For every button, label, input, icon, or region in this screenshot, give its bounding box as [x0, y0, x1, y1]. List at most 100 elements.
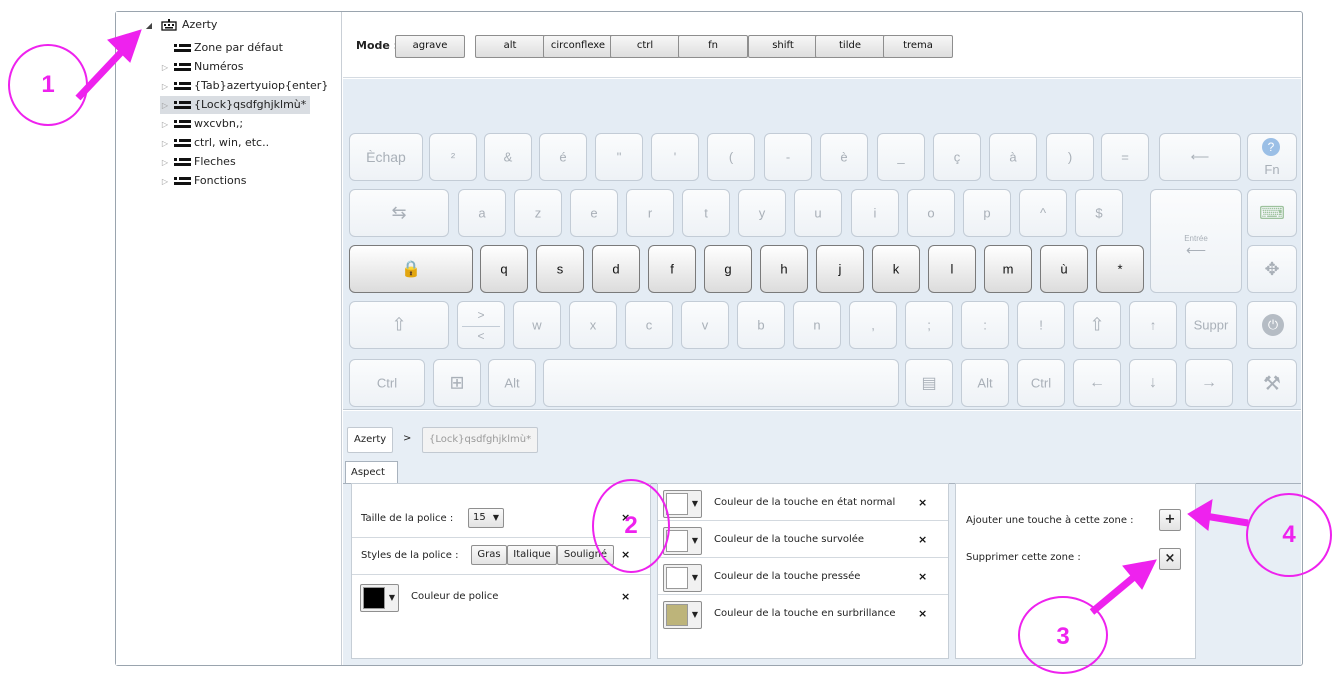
mode-button-trema[interactable]: trema: [883, 35, 953, 58]
breadcrumb-root[interactable]: Azerty: [347, 427, 394, 453]
expand-arrow-icon[interactable]: ▷: [160, 97, 170, 115]
reset-key-color-close-icon[interactable]: ×: [918, 533, 927, 546]
expand-arrow-icon[interactable]: ▷: [160, 154, 170, 172]
key[interactable]: f: [648, 245, 696, 293]
mode-button-tilde[interactable]: tilde: [815, 35, 885, 58]
key[interactable]: z: [514, 189, 562, 237]
key[interactable]: ": [595, 133, 643, 181]
key[interactable]: i: [851, 189, 899, 237]
key[interactable]: a: [458, 189, 506, 237]
key[interactable]: →: [1185, 359, 1233, 407]
mode-button-fn[interactable]: fn: [678, 35, 748, 58]
key[interactable]: m: [984, 245, 1032, 293]
mode-button-agrave[interactable]: agrave: [395, 35, 465, 58]
key[interactable]: ): [1046, 133, 1094, 181]
key-tab[interactable]: ⇆: [349, 189, 449, 237]
key[interactable]: =: [1101, 133, 1149, 181]
key[interactable]: -: [764, 133, 812, 181]
key[interactable]: ⇧: [1073, 301, 1121, 349]
key-shift-left[interactable]: ⇧: [349, 301, 449, 349]
key[interactable]: !: [1017, 301, 1065, 349]
key[interactable]: ↓: [1129, 359, 1177, 407]
tree-item[interactable]: ▷ Fonctions: [160, 172, 247, 190]
mode-button-shift[interactable]: shift: [748, 35, 818, 58]
tree-item[interactable]: ▷ {Lock}qsdfghjklmù*: [160, 96, 311, 115]
key[interactable]: ;: [905, 301, 953, 349]
tree-item[interactable]: ▷ ctrl, win, etc..: [160, 134, 269, 152]
tree-item[interactable]: ▷ Numéros: [160, 58, 244, 77]
key[interactable]: ^: [1019, 189, 1067, 237]
key-less-greater[interactable]: > <: [457, 301, 505, 349]
reset-key-color-close-icon[interactable]: ×: [918, 570, 927, 583]
key-color-picker[interactable]: ▼: [663, 564, 702, 592]
bold-button[interactable]: Gras: [471, 545, 507, 565]
key-windows[interactable]: ⊞: [433, 359, 481, 407]
font-size-select[interactable]: 15 ▼: [468, 508, 504, 528]
key[interactable]: ⟵: [1159, 133, 1241, 181]
key[interactable]: e: [570, 189, 618, 237]
key-enter[interactable]: Entrée ⟵: [1150, 189, 1242, 293]
key-ctrl-left[interactable]: Ctrl: [349, 359, 425, 407]
key[interactable]: ←: [1073, 359, 1121, 407]
key-menu[interactable]: ▤: [905, 359, 953, 407]
key-ctrl-right[interactable]: Ctrl: [1017, 359, 1065, 407]
expand-arrow-icon[interactable]: ▷: [160, 116, 170, 134]
key[interactable]: t: [682, 189, 730, 237]
expand-arrow-icon[interactable]: ▷: [160, 78, 170, 96]
key[interactable]: n: [793, 301, 841, 349]
key[interactable]: ↑: [1129, 301, 1177, 349]
italic-button[interactable]: Italique: [507, 545, 557, 565]
key[interactable]: b: [737, 301, 785, 349]
expand-arrow-icon[interactable]: ▷: [160, 173, 170, 191]
key[interactable]: l: [928, 245, 976, 293]
key[interactable]: ,: [849, 301, 897, 349]
key[interactable]: (: [707, 133, 755, 181]
key-alt-left[interactable]: Alt: [488, 359, 536, 407]
remove-zone-button[interactable]: ×: [1159, 548, 1181, 570]
key-keyboard[interactable]: ⌨: [1247, 189, 1297, 237]
key[interactable]: x: [569, 301, 617, 349]
key-alt-right[interactable]: Alt: [961, 359, 1009, 407]
key-fn[interactable]: ? Fn: [1247, 133, 1297, 181]
expand-arrow-icon[interactable]: ▷: [160, 135, 170, 153]
key[interactable]: ç: [933, 133, 981, 181]
key[interactable]: g: [704, 245, 752, 293]
key[interactable]: :: [961, 301, 1009, 349]
key[interactable]: v: [681, 301, 729, 349]
key-power[interactable]: ⏻: [1247, 301, 1297, 349]
font-color-picker[interactable]: ▼: [360, 584, 399, 612]
key[interactable]: é: [539, 133, 587, 181]
key[interactable]: h: [760, 245, 808, 293]
tree-item[interactable]: ▷ Fleches: [160, 153, 236, 171]
mode-button-circonflexe[interactable]: circonflexe: [543, 35, 613, 58]
reset-key-color-close-icon[interactable]: ×: [918, 496, 927, 509]
key[interactable]: $: [1075, 189, 1123, 237]
key[interactable]: p: [963, 189, 1011, 237]
key[interactable]: d: [592, 245, 640, 293]
key[interactable]: j: [816, 245, 864, 293]
add-key-button[interactable]: +: [1159, 509, 1181, 531]
key-settings[interactable]: ⚒: [1247, 359, 1297, 407]
key[interactable]: s: [536, 245, 584, 293]
key[interactable]: u: [794, 189, 842, 237]
key[interactable]: r: [626, 189, 674, 237]
key[interactable]: w: [513, 301, 561, 349]
mode-button-alt[interactable]: alt: [475, 35, 545, 58]
key[interactable]: q: [480, 245, 528, 293]
tree-root[interactable]: ◢ Azerty: [144, 16, 218, 35]
key[interactable]: k: [872, 245, 920, 293]
reset-key-color-close-icon[interactable]: ×: [918, 607, 927, 620]
mode-button-ctrl[interactable]: ctrl: [610, 35, 680, 58]
collapse-arrow-icon[interactable]: ◢: [144, 17, 154, 35]
key[interactable]: *: [1096, 245, 1144, 293]
key[interactable]: y: [738, 189, 786, 237]
key[interactable]: o: [907, 189, 955, 237]
expand-arrow-icon[interactable]: ▷: [160, 59, 170, 77]
key[interactable]: ': [651, 133, 699, 181]
key[interactable]: Suppr: [1185, 301, 1237, 349]
tree-item[interactable]: Zone par défaut: [160, 39, 283, 57]
key-space[interactable]: [543, 359, 899, 407]
key-compact[interactable]: ✥: [1247, 245, 1297, 293]
key[interactable]: ²: [429, 133, 477, 181]
key-capslock[interactable]: 🔒: [349, 245, 473, 293]
